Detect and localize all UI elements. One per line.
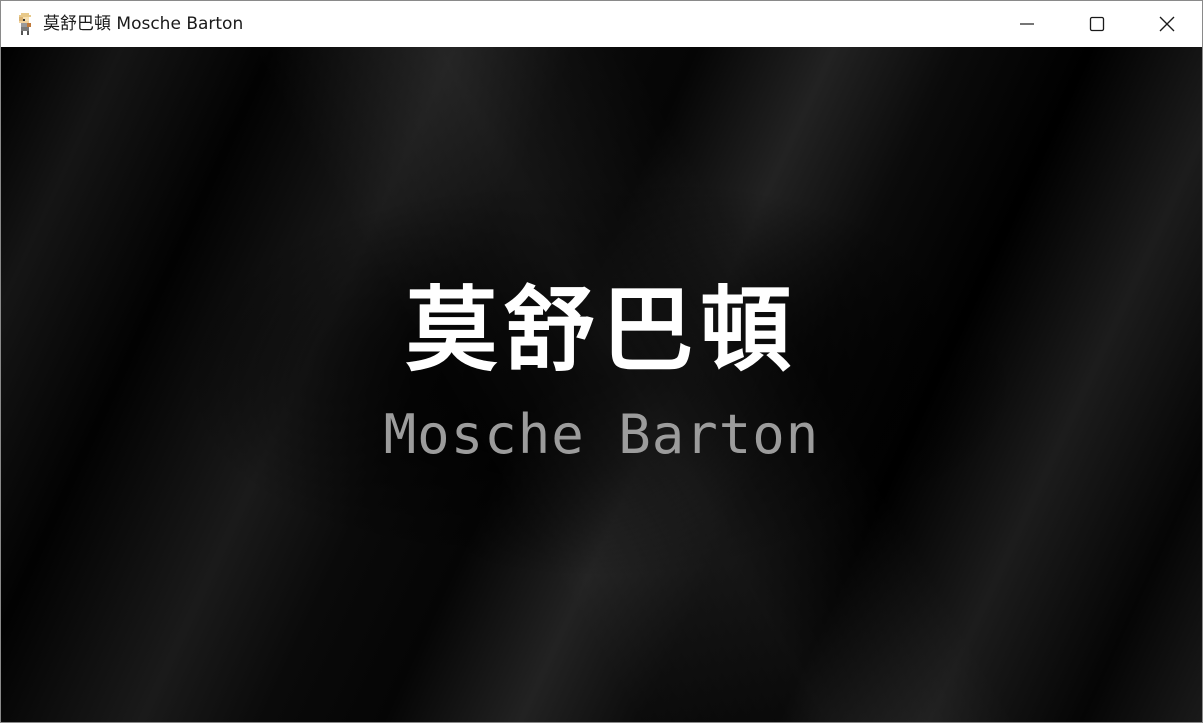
game-title: 莫舒巴頓 xyxy=(405,277,798,384)
game-subtitle: Mosche Barton xyxy=(383,403,820,466)
game-canvas[interactable]: 莫舒巴頓 Mosche Barton xyxy=(1,47,1202,722)
app-icon[interactable] xyxy=(15,13,35,35)
maximize-button[interactable] xyxy=(1062,1,1132,47)
game-window: 莫舒巴頓 Mosche Barton 莫舒巴頓 Mosche Barton xyxy=(0,0,1203,723)
window-title: 莫舒巴頓 Mosche Barton xyxy=(43,14,244,34)
maximize-icon xyxy=(1089,16,1105,32)
close-icon xyxy=(1159,16,1175,32)
close-button[interactable] xyxy=(1132,1,1202,47)
title-bar[interactable]: 莫舒巴頓 Mosche Barton xyxy=(1,1,1202,47)
minimize-button[interactable] xyxy=(992,1,1062,47)
minimize-icon xyxy=(1020,23,1034,25)
